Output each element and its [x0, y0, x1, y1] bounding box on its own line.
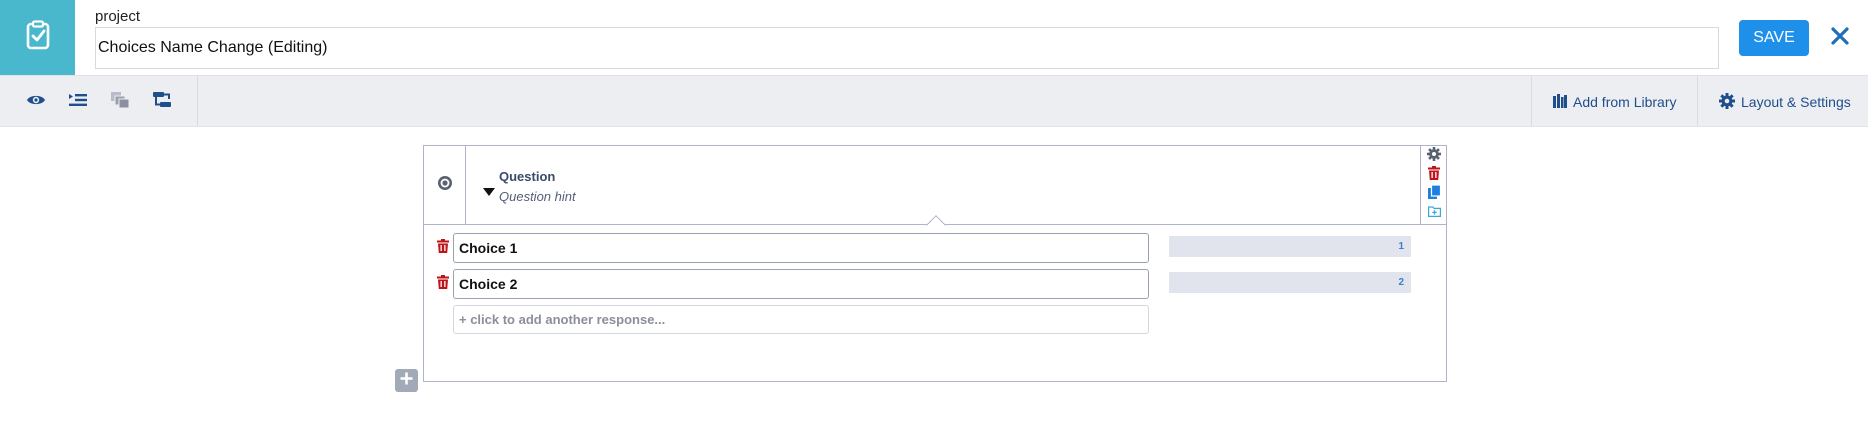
- groups-button[interactable]: [108, 90, 132, 114]
- trash-icon: [1428, 165, 1440, 185]
- layout-settings-label: Layout & Settings: [1741, 94, 1851, 110]
- add-question-button[interactable]: [395, 369, 418, 392]
- question-card[interactable]: Question Question hint Choice 1 1 Choice…: [423, 145, 1447, 382]
- plus-icon: [399, 371, 414, 391]
- editor-toolbar: Add from Library Layout & Settings: [0, 75, 1868, 127]
- question-type-cell[interactable]: [424, 146, 466, 225]
- clipboard-check-icon: [25, 20, 51, 55]
- gear-icon: [1719, 92, 1735, 112]
- indent-list-icon: [68, 92, 88, 113]
- delete-choice-button[interactable]: [435, 238, 451, 258]
- choice-2-input[interactable]: [453, 269, 1149, 299]
- question-actions: [1420, 146, 1446, 225]
- save-to-library-button[interactable]: [1427, 206, 1441, 220]
- question-title[interactable]: Question: [499, 169, 555, 184]
- add-from-library-label: Add from Library: [1573, 94, 1677, 110]
- survey-title-input[interactable]: [95, 27, 1719, 69]
- toolbar-divider: [197, 76, 198, 126]
- folder-add-icon: [1427, 204, 1441, 222]
- toolbar-divider: [1697, 76, 1698, 126]
- logic-branch-icon: [152, 91, 172, 114]
- save-button[interactable]: SAVE: [1739, 20, 1809, 56]
- choice-1-value[interactable]: 1: [1169, 236, 1411, 257]
- close-button[interactable]: [1826, 24, 1854, 52]
- choice-1-input[interactable]: [453, 233, 1149, 263]
- duplicate-question-button[interactable]: [1427, 183, 1441, 204]
- radio-icon: [437, 175, 453, 196]
- add-from-library-button[interactable]: Add from Library: [1553, 92, 1676, 112]
- eye-icon: [26, 93, 46, 112]
- question-hint[interactable]: Question hint: [499, 189, 576, 204]
- trash-icon: [437, 238, 449, 258]
- app-logo: [0, 0, 75, 75]
- gear-icon: [1427, 146, 1441, 166]
- trash-icon: [437, 274, 449, 294]
- toolbar-divider: [1531, 76, 1532, 126]
- library-icon: [1553, 93, 1567, 111]
- collapse-caret-icon[interactable]: [483, 183, 495, 201]
- layout-settings-button[interactable]: Layout & Settings: [1719, 92, 1851, 112]
- question-settings-button[interactable]: [1427, 146, 1441, 166]
- delete-choice-button[interactable]: [435, 274, 451, 294]
- layers-icon: [110, 91, 130, 114]
- add-response-input[interactable]: [453, 305, 1149, 334]
- close-icon: [1831, 26, 1849, 50]
- logic-button[interactable]: [150, 90, 174, 114]
- app-header: project SAVE: [0, 0, 1868, 75]
- question-header: Question Question hint: [424, 146, 1446, 225]
- outline-button[interactable]: [66, 90, 90, 114]
- preview-button[interactable]: [24, 90, 48, 114]
- delete-question-button[interactable]: [1427, 165, 1441, 185]
- project-label: project: [95, 8, 141, 25]
- choice-2-value[interactable]: 2: [1169, 272, 1411, 293]
- duplicate-icon: [1427, 183, 1441, 204]
